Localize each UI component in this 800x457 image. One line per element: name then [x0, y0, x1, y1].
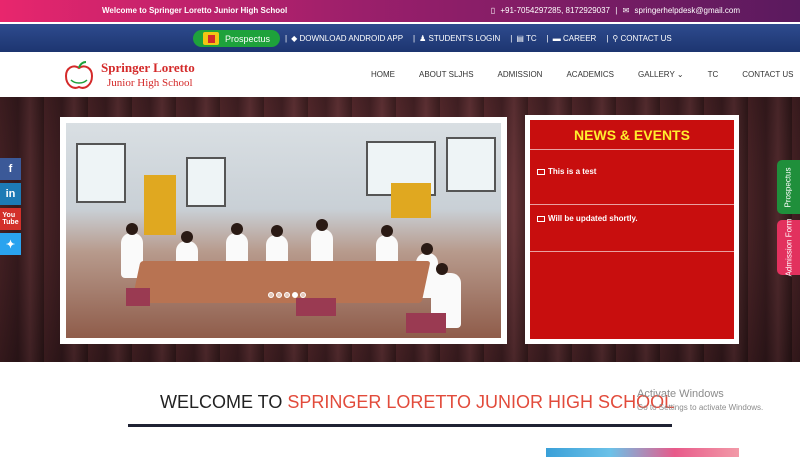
slider-dot[interactable] — [284, 292, 290, 298]
link-students-login[interactable]: ♟ STUDENT'S LOGIN — [419, 34, 500, 43]
pdf-icon — [203, 32, 219, 45]
slider-dot[interactable] — [268, 292, 274, 298]
link-career[interactable]: ▬ CAREER — [553, 34, 597, 43]
admission-form-side-tab[interactable]: Admission Form — [777, 219, 800, 276]
nav-admission[interactable]: ADMISSION — [498, 70, 543, 79]
quick-links: | ◆ DOWNLOAD ANDROID APP | ♟ STUDENT'S L… — [285, 34, 672, 43]
nav-contact-us[interactable]: CONTACT US — [742, 70, 793, 79]
slider-photo — [66, 123, 501, 338]
email-address[interactable]: springerhelpdesk@gmail.com — [635, 6, 741, 15]
nav-tc[interactable]: TC — [708, 70, 719, 79]
page: Welcome to Springer Loretto Junior High … — [0, 0, 800, 457]
logo-line-2: Junior High School — [107, 77, 193, 89]
slider-dot-active[interactable] — [292, 292, 298, 298]
welcome-heading: WELCOME TO SPRINGER LORETTO JUNIOR HIGH … — [160, 392, 675, 412]
prospectus-label: Prospectus — [225, 33, 271, 44]
slider-dots — [268, 292, 308, 298]
nav-academics[interactable]: ACADEMICS — [566, 70, 614, 79]
logo-line-1: Springer Loretto — [101, 60, 195, 75]
twitter-icon[interactable]: ✦ — [0, 233, 21, 255]
newspaper-icon — [537, 215, 545, 222]
news-item[interactable]: Will be updated shortly. — [530, 205, 734, 252]
heading-underline — [128, 424, 672, 427]
link-tc[interactable]: ▤ TC — [516, 34, 536, 43]
news-events-panel: NEWS & EVENTS This is a test Will be upd… — [525, 115, 739, 344]
news-title: NEWS & EVENTS — [530, 120, 734, 150]
phone-icon: ▯ — [490, 6, 496, 15]
nav-menu: HOME ABOUT SLJHS ADMISSION ACADEMICS GAL… — [371, 70, 800, 79]
slider-dot[interactable] — [300, 292, 306, 298]
prospectus-button[interactable]: Prospectus — [193, 30, 280, 47]
prospectus-side-tab[interactable]: Prospectus — [777, 160, 800, 214]
school-logo[interactable]: Springer Loretto Junior High School — [63, 58, 203, 94]
main-navigation: Springer Loretto Junior High School HOME… — [0, 52, 800, 97]
quick-links-bar: Prospectus | ◆ DOWNLOAD ANDROID APP | ♟ … — [0, 24, 800, 52]
content-image-thumbnail — [546, 448, 739, 457]
linkedin-icon[interactable]: in — [0, 183, 21, 205]
link-download-android-app[interactable]: ◆ DOWNLOAD ANDROID APP — [291, 34, 403, 43]
top-info-bar: Welcome to Springer Loretto Junior High … — [0, 0, 800, 22]
activate-windows-watermark: Activate Windows Go to Settings to activ… — [637, 388, 764, 412]
social-links: f in You Tube ✦ — [0, 158, 21, 258]
news-item[interactable]: This is a test — [530, 158, 734, 205]
facebook-icon[interactable]: f — [0, 158, 21, 180]
newspaper-icon — [537, 168, 545, 175]
nav-about[interactable]: ABOUT SLJHS — [419, 70, 474, 79]
welcome-text: Welcome to Springer Loretto Junior High … — [102, 6, 288, 15]
slider-dot[interactable] — [276, 292, 282, 298]
apple-logo-icon — [64, 61, 94, 89]
image-slider[interactable] — [60, 117, 507, 344]
chevron-down-icon: ⌄ — [676, 70, 684, 79]
nav-gallery[interactable]: GALLERY ⌄ — [638, 70, 684, 79]
contact-info: ▯ +91-7054297285, 8172929037 | ✉ springe… — [490, 6, 741, 15]
youtube-icon[interactable]: You Tube — [0, 208, 21, 230]
email-icon: ✉ — [622, 6, 630, 15]
link-contact-us[interactable]: ⚲ CONTACT US — [612, 34, 671, 43]
phone-number[interactable]: +91-7054297285, 8172929037 — [500, 6, 610, 15]
nav-home[interactable]: HOME — [371, 70, 395, 79]
